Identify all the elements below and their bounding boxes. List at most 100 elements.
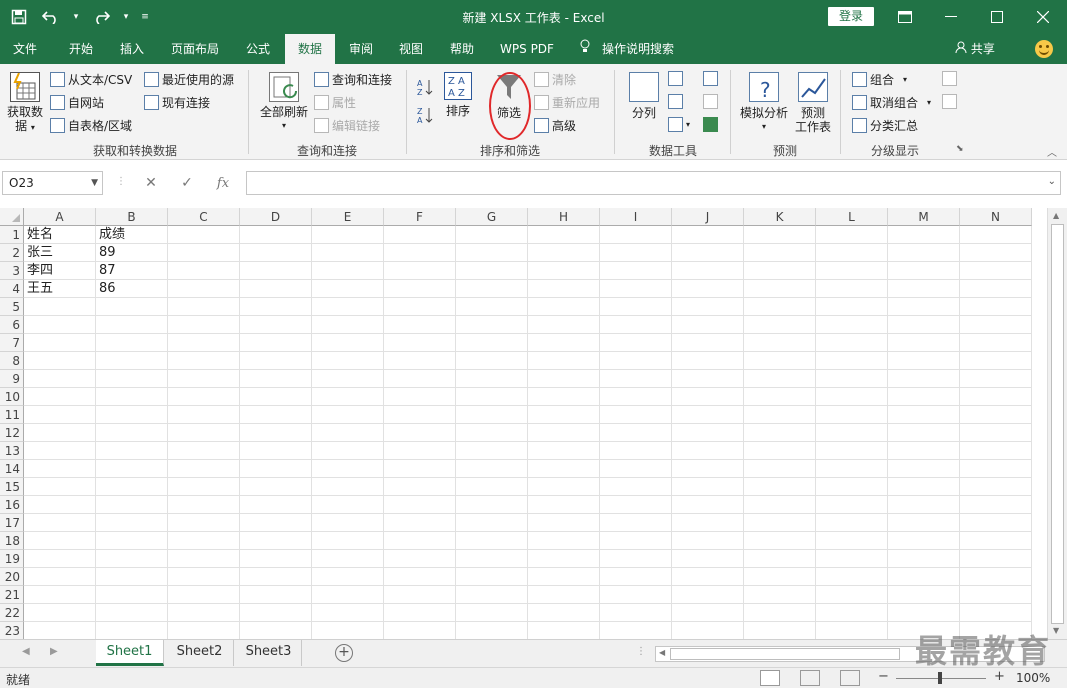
cell-g14[interactable] (456, 460, 528, 478)
cell-f18[interactable] (384, 532, 456, 550)
cell-d11[interactable] (240, 406, 312, 424)
cell-d23[interactable] (240, 622, 312, 639)
cell-e19[interactable] (312, 550, 384, 568)
cell-c20[interactable] (168, 568, 240, 586)
row-header-3[interactable]: 3 (0, 262, 24, 280)
cell-d8[interactable] (240, 352, 312, 370)
cell-g10[interactable] (456, 388, 528, 406)
cell-a21[interactable] (24, 586, 96, 604)
subtotal-button[interactable]: 分类汇总 (852, 117, 918, 134)
column-header-i[interactable]: I (600, 208, 672, 226)
tab-view[interactable]: 视图 (387, 34, 435, 64)
cell-k14[interactable] (744, 460, 816, 478)
tab-splitter-icon[interactable]: ⋮ (636, 646, 646, 657)
cell-h16[interactable] (528, 496, 600, 514)
cell-c3[interactable] (168, 262, 240, 280)
cell-a3[interactable]: 李四 (24, 262, 96, 280)
login-button[interactable]: 登录 (828, 7, 874, 26)
cell-f23[interactable] (384, 622, 456, 639)
cell-l21[interactable] (816, 586, 888, 604)
next-sheet-icon[interactable]: ▶ (50, 646, 58, 657)
cell-k10[interactable] (744, 388, 816, 406)
cell-n6[interactable] (960, 316, 1032, 334)
cell-n2[interactable] (960, 244, 1032, 262)
tab-file[interactable]: 文件 (0, 34, 50, 64)
cell-n14[interactable] (960, 460, 1032, 478)
row-header-18[interactable]: 18 (0, 532, 24, 550)
cell-j18[interactable] (672, 532, 744, 550)
cell-k19[interactable] (744, 550, 816, 568)
cell-g1[interactable] (456, 226, 528, 244)
redo-icon[interactable] (90, 6, 112, 28)
sheet-tab-sheet3[interactable]: Sheet3 (236, 640, 302, 666)
maximize-icon[interactable] (974, 0, 1020, 34)
cell-k21[interactable] (744, 586, 816, 604)
cell-a7[interactable] (24, 334, 96, 352)
cell-c6[interactable] (168, 316, 240, 334)
cell-b2[interactable]: 89 (96, 244, 168, 262)
cell-m1[interactable] (888, 226, 960, 244)
cell-m5[interactable] (888, 298, 960, 316)
cell-h15[interactable] (528, 478, 600, 496)
cell-i3[interactable] (600, 262, 672, 280)
existing-connections-button[interactable]: 现有连接 (144, 94, 210, 111)
cell-g21[interactable] (456, 586, 528, 604)
cell-h6[interactable] (528, 316, 600, 334)
cell-j2[interactable] (672, 244, 744, 262)
cell-n21[interactable] (960, 586, 1032, 604)
relationships-button[interactable] (703, 94, 718, 109)
row-header-7[interactable]: 7 (0, 334, 24, 352)
cell-h1[interactable] (528, 226, 600, 244)
cell-k5[interactable] (744, 298, 816, 316)
column-header-d[interactable]: D (240, 208, 312, 226)
cell-l20[interactable] (816, 568, 888, 586)
cell-c4[interactable] (168, 280, 240, 298)
cell-i4[interactable] (600, 280, 672, 298)
cell-d3[interactable] (240, 262, 312, 280)
cell-m7[interactable] (888, 334, 960, 352)
cell-d15[interactable] (240, 478, 312, 496)
cell-d9[interactable] (240, 370, 312, 388)
cell-l8[interactable] (816, 352, 888, 370)
cell-l2[interactable] (816, 244, 888, 262)
cell-i15[interactable] (600, 478, 672, 496)
cell-g2[interactable] (456, 244, 528, 262)
cell-h8[interactable] (528, 352, 600, 370)
cell-k8[interactable] (744, 352, 816, 370)
cell-d17[interactable] (240, 514, 312, 532)
cell-a14[interactable] (24, 460, 96, 478)
cell-a16[interactable] (24, 496, 96, 514)
from-web-button[interactable]: 自网站 (50, 94, 104, 111)
cell-i2[interactable] (600, 244, 672, 262)
cell-m18[interactable] (888, 532, 960, 550)
cell-g17[interactable] (456, 514, 528, 532)
cell-f7[interactable] (384, 334, 456, 352)
row-header-17[interactable]: 17 (0, 514, 24, 532)
customize-qat-icon[interactable]: ≡ (140, 6, 150, 28)
cell-j1[interactable] (672, 226, 744, 244)
minimize-icon[interactable] (928, 0, 974, 34)
cell-g11[interactable] (456, 406, 528, 424)
cell-a1[interactable]: 姓名 (24, 226, 96, 244)
scroll-left-icon[interactable]: ◀ (659, 648, 665, 657)
cell-n13[interactable] (960, 442, 1032, 460)
cell-k7[interactable] (744, 334, 816, 352)
cell-d22[interactable] (240, 604, 312, 622)
cell-m8[interactable] (888, 352, 960, 370)
row-header-21[interactable]: 21 (0, 586, 24, 604)
cell-h13[interactable] (528, 442, 600, 460)
cell-i22[interactable] (600, 604, 672, 622)
recent-sources-button[interactable]: 最近使用的源 (144, 71, 234, 88)
cell-l19[interactable] (816, 550, 888, 568)
prev-sheet-icon[interactable]: ◀ (22, 646, 30, 657)
cell-e10[interactable] (312, 388, 384, 406)
column-header-g[interactable]: G (456, 208, 528, 226)
cell-f21[interactable] (384, 586, 456, 604)
cell-l7[interactable] (816, 334, 888, 352)
scroll-down-icon[interactable]: ▼ (1053, 626, 1059, 635)
cell-j3[interactable] (672, 262, 744, 280)
cell-f13[interactable] (384, 442, 456, 460)
cell-a5[interactable] (24, 298, 96, 316)
cell-n19[interactable] (960, 550, 1032, 568)
cell-k6[interactable] (744, 316, 816, 334)
